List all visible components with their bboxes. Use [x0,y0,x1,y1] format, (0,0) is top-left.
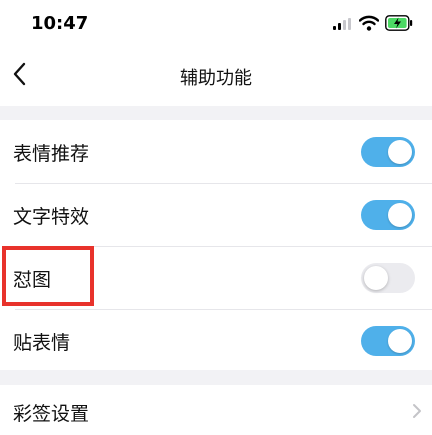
chevron-right-icon [413,404,421,418]
more-settings-list: 彩签设置 [0,385,432,435]
setting-row-text-effects: 文字特效 [0,183,432,246]
setting-label: 怼图 [13,269,52,291]
status-time: 10:47 [31,13,89,34]
signal-icon [333,18,351,30]
setting-label: 彩签设置 [13,403,90,425]
setting-label: 贴表情 [13,332,71,354]
setting-label: 表情推荐 [13,143,90,165]
toggle-knob [388,203,412,227]
text-effects-toggle[interactable] [361,200,415,230]
assist-settings-list: 表情推荐 文字特效 怼图 贴表情 [0,120,432,370]
setting-row-dui-tu: 怼图 [0,246,432,309]
setting-row-emoji-recommend: 表情推荐 [0,120,432,183]
header: 10:47 辅助功能 [0,0,432,106]
stickers-toggle[interactable] [361,326,415,356]
setting-row-caiqian[interactable]: 彩签设置 [0,385,432,435]
toggle-knob [388,329,412,353]
setting-label: 文字特效 [13,206,90,228]
battery-charging-icon [385,15,413,31]
wifi-icon [359,15,379,31]
dui-tu-toggle[interactable] [361,263,415,293]
setting-row-stickers: 贴表情 [0,309,432,372]
emoji-recommend-toggle[interactable] [361,137,415,167]
page-title: 辅助功能 [180,68,252,89]
toggle-knob [364,266,388,290]
toggle-knob [388,140,412,164]
